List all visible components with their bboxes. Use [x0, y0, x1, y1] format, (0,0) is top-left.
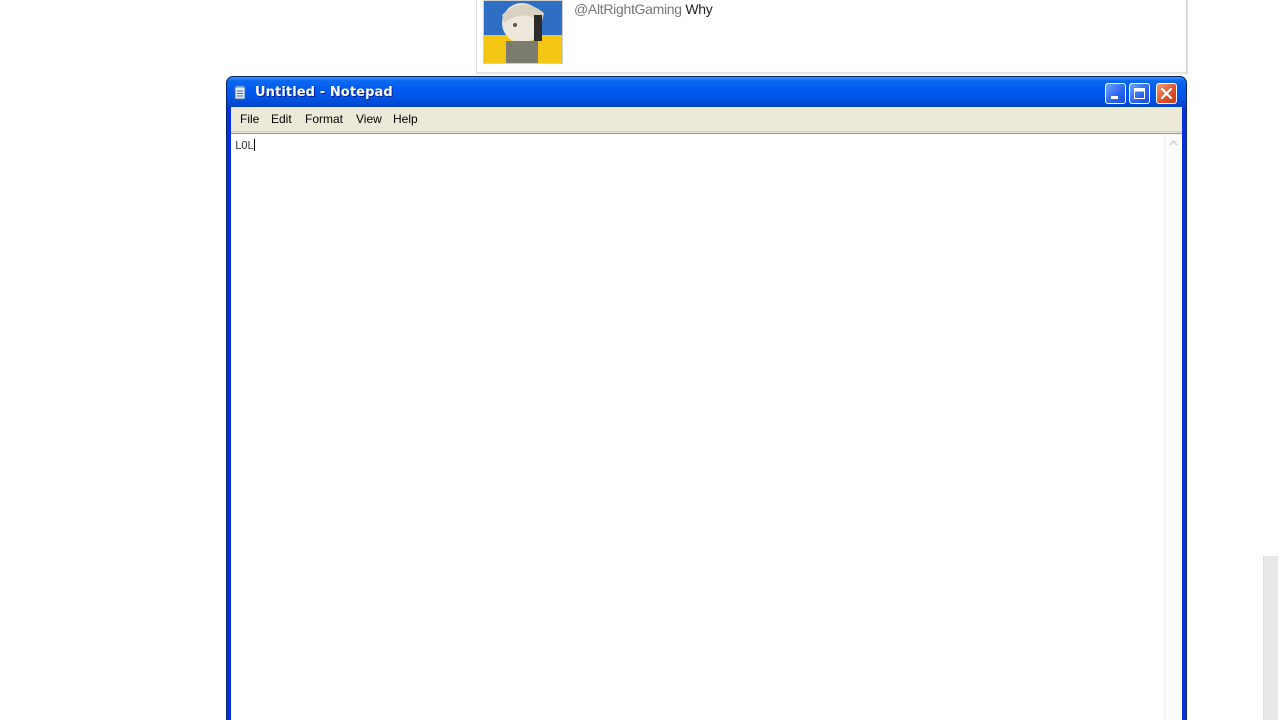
menu-view[interactable]: View: [353, 112, 385, 126]
minimize-icon: [1111, 96, 1118, 99]
window-client: File Edit Format View Help LOL: [231, 107, 1182, 720]
notepad-window[interactable]: Untitled - Notepad File Edit Format View…: [226, 76, 1187, 720]
close-icon: [1160, 87, 1173, 100]
page-scrollbar-thumb[interactable]: [1263, 556, 1278, 720]
avatar[interactable]: [483, 0, 563, 64]
menu-help[interactable]: Help: [390, 112, 421, 126]
minimize-button[interactable]: [1105, 83, 1126, 104]
text-caret: [254, 139, 256, 151]
avatar-image: [484, 1, 562, 63]
maximize-button[interactable]: [1129, 83, 1150, 104]
text-editor-area[interactable]: LOL: [231, 133, 1182, 720]
window-title: Untitled - Notepad: [255, 85, 393, 100]
notepad-icon[interactable]: [234, 85, 247, 100]
comment-body: Why: [685, 1, 713, 17]
title-bar[interactable]: Untitled - Notepad: [227, 77, 1186, 107]
editor-content[interactable]: LOL: [235, 139, 256, 152]
menu-format[interactable]: Format: [302, 112, 346, 126]
scroll-up-icon[interactable]: [1168, 138, 1179, 148]
maximize-icon: [1134, 88, 1145, 99]
background-comment-panel: @AltRightGaming Why: [476, 0, 1188, 74]
menu-bar: File Edit Format View Help: [231, 107, 1182, 132]
editor-text: LOL: [235, 139, 254, 152]
screen: @AltRightGaming Why Untitled - Notepad F…: [0, 0, 1280, 720]
comment-handle-link[interactable]: @AltRightGaming: [574, 1, 682, 17]
menu-edit[interactable]: Edit: [268, 112, 295, 126]
vertical-scrollbar[interactable]: [1164, 134, 1182, 720]
menu-file[interactable]: File: [237, 112, 262, 126]
close-button[interactable]: [1156, 83, 1177, 104]
comment-text: @AltRightGaming Why: [574, 1, 713, 17]
